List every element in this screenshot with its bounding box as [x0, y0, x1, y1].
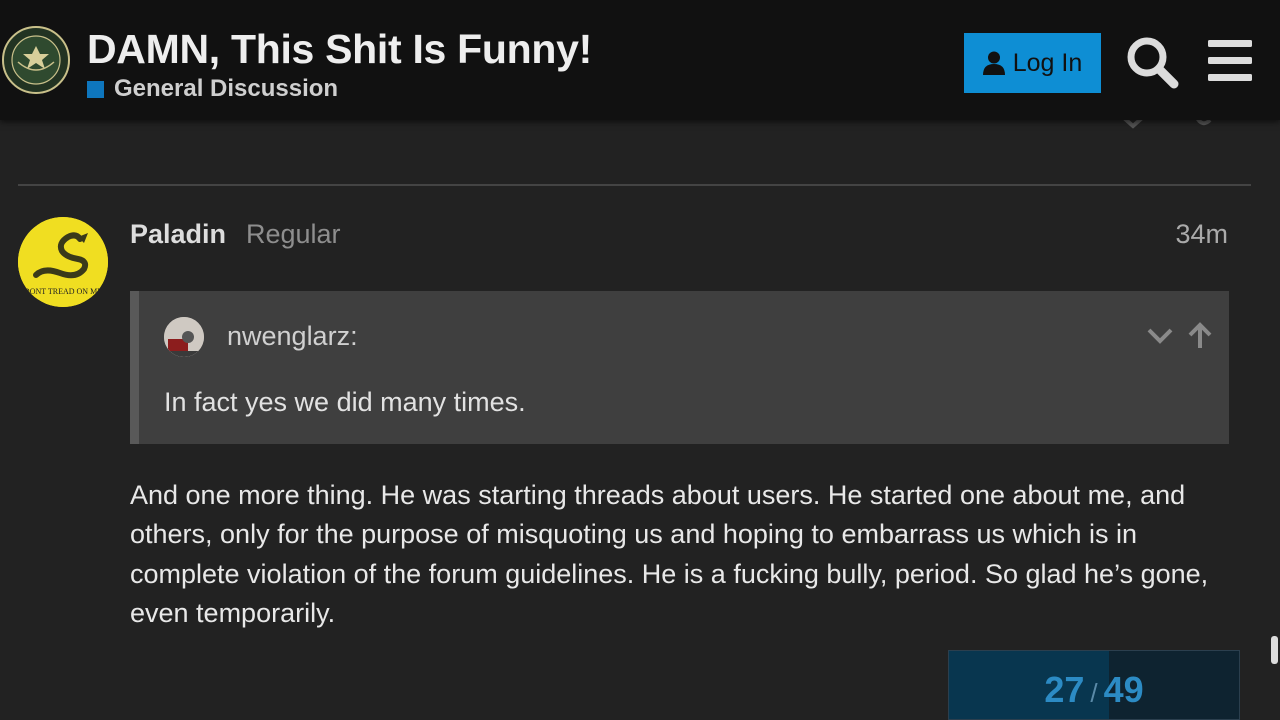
post-username[interactable]: Paladin [130, 219, 226, 250]
search-button[interactable] [1122, 32, 1182, 92]
scrollbar-thumb[interactable] [1271, 636, 1278, 664]
timeline-progress[interactable]: 27/49 [948, 650, 1240, 720]
site-header: DAMN, This Shit Is Funny! General Discus… [0, 0, 1280, 120]
user-avatar-photo-icon [164, 317, 204, 357]
search-icon [1127, 37, 1179, 89]
post-divider [18, 184, 1251, 186]
progress-separator: / [1090, 678, 1098, 708]
category-link[interactable]: General Discussion [87, 74, 338, 104]
category-name: General Discussion [114, 75, 339, 102]
chevron-down-icon[interactable] [1145, 321, 1175, 351]
post-date[interactable]: 34m [1175, 219, 1228, 250]
progress-total: 49 [1103, 669, 1144, 710]
menu-button[interactable] [1206, 36, 1256, 86]
login-label: Log In [1012, 48, 1083, 77]
quote-block: nwenglarz: In fact yes we did many times… [130, 291, 1229, 444]
category-badge [87, 80, 104, 98]
gadsden-flag-avatar-icon: DONT TREAD ON ME [18, 217, 108, 307]
army-seal-logo-icon [2, 26, 70, 94]
user-avatar[interactable]: DONT TREAD ON ME [18, 217, 108, 307]
arrow-up-icon[interactable] [1185, 321, 1215, 351]
quote-text: In fact yes we did many times. [164, 387, 526, 417]
site-logo[interactable] [2, 26, 70, 94]
user-icon [982, 51, 1005, 75]
hamburger-menu-icon [1208, 40, 1252, 81]
svg-text:DONT TREAD ON ME: DONT TREAD ON ME [24, 287, 102, 296]
quote-author[interactable]: nwenglarz: [227, 321, 358, 352]
quote-controls [1145, 321, 1215, 351]
topic-title[interactable]: DAMN, This Shit Is Funny! [87, 26, 592, 73]
login-button[interactable]: Log In [964, 33, 1101, 93]
progress-current: 27 [1044, 669, 1085, 710]
quote-avatar[interactable] [164, 317, 204, 357]
post-body: And one more thing. He was starting thre… [130, 480, 1209, 628]
progress-counter: 27/49 [949, 669, 1239, 711]
user-title: Regular [246, 219, 341, 249]
